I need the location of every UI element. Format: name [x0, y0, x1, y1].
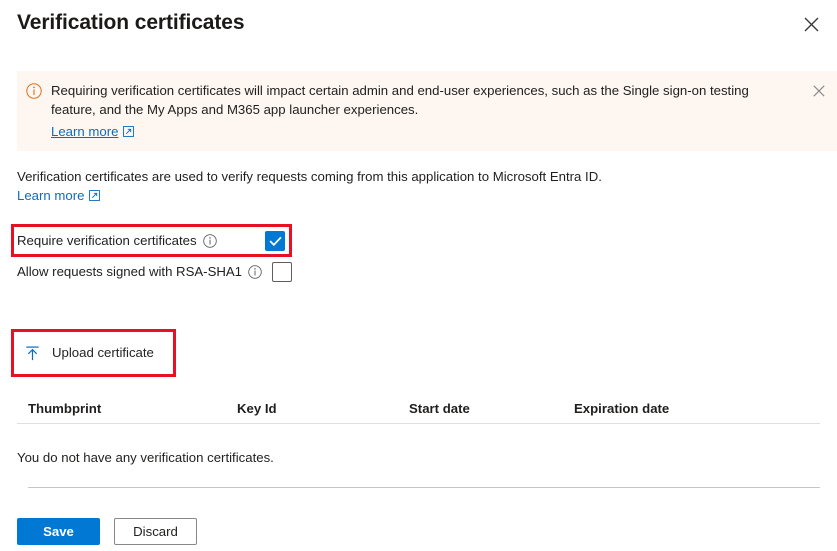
banner-learn-more-label: Learn more [51, 124, 119, 139]
checkmark-icon [268, 236, 282, 246]
allow-rsa-sha1-checkbox[interactable] [272, 262, 293, 282]
column-header-expiration-date[interactable]: Expiration date [574, 400, 774, 418]
require-verification-certificates-row[interactable]: Require verification certificates [17, 228, 285, 254]
save-button[interactable]: Save [17, 518, 100, 545]
banner-text: Requiring verification certificates will… [51, 83, 749, 117]
banner-close-button[interactable] [801, 81, 837, 97]
description-learn-more-link[interactable]: Learn more [17, 186, 101, 205]
info-circle-icon [26, 83, 42, 99]
column-header-start-date[interactable]: Start date [409, 400, 574, 418]
banner-info-icon-wrap [17, 81, 51, 99]
require-verification-certificates-label: Require verification certificates [17, 233, 197, 248]
footer-divider [28, 487, 820, 488]
column-header-key-id[interactable]: Key Id [237, 400, 409, 418]
info-circle-icon [202, 234, 217, 248]
banner-body: Requiring verification certificates will… [51, 81, 801, 141]
external-link-icon [89, 190, 101, 201]
table-empty-message: You do not have any verification certifi… [17, 450, 274, 465]
table-header-row: Thumbprint Key Id Start date Expiration … [17, 394, 820, 424]
banner-learn-more-link[interactable]: Learn more [51, 122, 135, 141]
info-banner: Requiring verification certificates will… [17, 71, 837, 151]
upload-arrow-icon [26, 345, 39, 360]
banner-link-row: Learn more [51, 122, 787, 141]
certificates-table: Thumbprint Key Id Start date Expiration … [17, 394, 820, 467]
external-link-icon [123, 126, 135, 137]
description-text: Verification certificates are used to ve… [17, 169, 602, 184]
column-header-thumbprint[interactable]: Thumbprint [17, 400, 237, 418]
upload-certificate-button[interactable]: Upload certificate [20, 338, 158, 368]
description-learn-more-label: Learn more [17, 188, 85, 203]
require-verification-certificates-info-icon[interactable] [202, 234, 217, 248]
allow-rsa-sha1-info-icon[interactable] [248, 265, 262, 279]
close-icon [804, 17, 818, 31]
page-title: Verification certificates [17, 11, 245, 34]
require-verification-certificates-checkbox[interactable] [265, 231, 285, 251]
close-icon [813, 85, 825, 97]
close-panel-button[interactable] [795, 8, 827, 40]
allow-rsa-sha1-row[interactable]: Allow requests signed with RSA-SHA1 [17, 259, 293, 285]
discard-button[interactable]: Discard [114, 518, 197, 545]
info-circle-icon [248, 265, 262, 279]
upload-certificate-label: Upload certificate [52, 345, 154, 360]
footer-actions: Save Discard [17, 518, 197, 545]
verification-certificates-panel: Verification certificates Requiring veri… [0, 0, 837, 551]
description-link-row: Learn more [17, 186, 101, 205]
allow-rsa-sha1-label: Allow requests signed with RSA-SHA1 [17, 264, 243, 279]
